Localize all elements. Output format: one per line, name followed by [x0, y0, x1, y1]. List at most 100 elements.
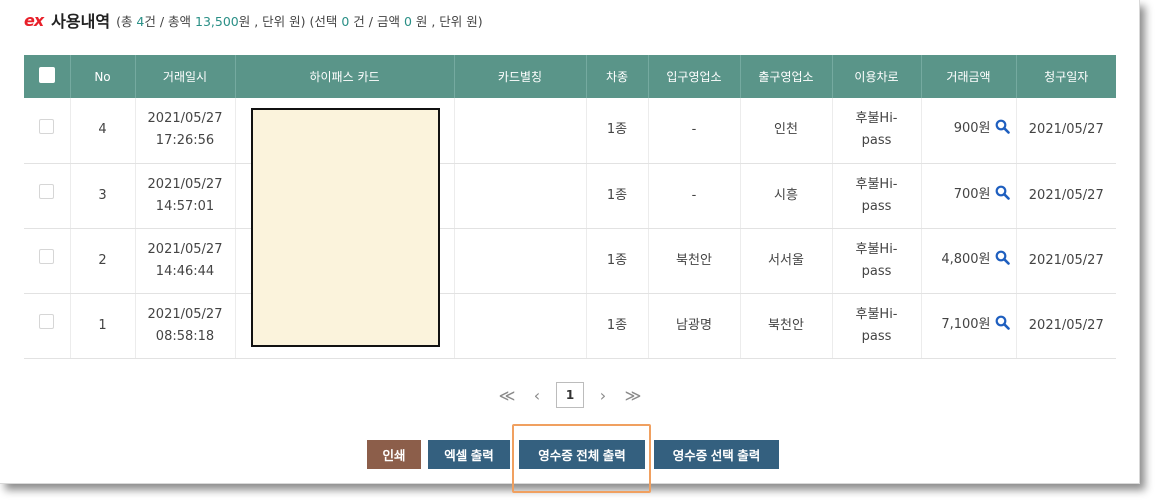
column-header[interactable]: 차종 [586, 55, 649, 98]
card-alias [454, 98, 587, 164]
row-checkbox[interactable] [39, 249, 55, 264]
receipt-all-button[interactable]: 영수증 전체 출력 [519, 440, 645, 469]
lane-text: 후불Hi- [855, 111, 898, 127]
transaction-datetime: 2021/05/27 08:58:18 [135, 293, 236, 359]
transaction-time: 17:26:56 [155, 133, 215, 149]
table-row: 3 2021/05/27 14:57:01 1종 - 시흥 후불Hi-pass 7… [24, 163, 1116, 229]
summary-text: 원 , 단위 원) [411, 13, 483, 29]
transaction-time: 14:57:01 [155, 198, 215, 214]
excel-export-button[interactable]: 엑셀 출력 [428, 440, 510, 469]
column-header[interactable]: 거래금액 [921, 55, 1017, 98]
column-header[interactable]: No [70, 55, 136, 98]
entry-tollgate: 북천안 [648, 228, 741, 294]
transaction-amount: 7,100원 [941, 316, 991, 332]
ex-logo: ex [24, 10, 44, 30]
pagination: ≪ ‹ 1 › ≫ [0, 382, 1140, 408]
row-checkbox[interactable] [39, 118, 55, 134]
summary-text: 원 , 단위 원) (선택 [238, 13, 342, 29]
action-bar: 인쇄 엑셀 출력 영수증 전체 출력 영수증 선택 출력 [0, 440, 1140, 470]
entry-tollgate: - [648, 98, 741, 164]
first-page-button[interactable]: ≪ [492, 386, 522, 405]
transaction-time: 08:58:18 [155, 328, 215, 344]
usage-table: No 거래일시 하이패스 카드 카드별칭 차종 입구영업소 출구영업소 이용차로… [24, 55, 1116, 359]
transaction-datetime: 2021/05/27 14:46:44 [135, 228, 236, 294]
usage-lane: 후불Hi-pass [832, 98, 922, 164]
search-icon[interactable] [995, 185, 1010, 208]
transaction-amount: 4,800원 [941, 251, 991, 267]
table-row: 2 2021/05/27 14:46:44 1종 북천안 서서울 후불Hi-pas… [24, 228, 1116, 294]
search-icon[interactable] [995, 315, 1010, 338]
row-select-cell [24, 163, 71, 229]
transaction-datetime: 2021/05/27 14:57:01 [135, 163, 236, 229]
exit-tollgate: 시흥 [740, 163, 833, 229]
next-page-button[interactable]: › [588, 386, 618, 405]
print-button[interactable]: 인쇄 [367, 440, 421, 469]
column-header[interactable]: 하이패스 카드 [235, 55, 455, 98]
column-header[interactable]: 카드별칭 [454, 55, 587, 98]
exit-tollgate: 북천안 [740, 293, 833, 359]
billing-date: 2021/05/27 [1016, 293, 1116, 359]
usage-summary: (총 4건 / 총액 13,500원 , 단위 원) (선택 0 건 / 금액 … [116, 11, 483, 30]
transaction-date: 2021/05/27 [147, 111, 223, 127]
column-header[interactable]: 거래일시 [135, 55, 236, 98]
table-header-row: No 거래일시 하이패스 카드 카드별칭 차종 입구영업소 출구영업소 이용차로… [24, 55, 1116, 98]
lane-text: pass [861, 198, 892, 214]
redaction-box [251, 108, 440, 347]
usage-lane: 후불Hi-pass [832, 293, 922, 359]
usage-history-panel: ex 사용내역 (총 4 건 / 총액 13,500원 , 단위 원) (선택 0… [0, 0, 1140, 484]
search-icon[interactable] [995, 119, 1010, 142]
row-select-cell [24, 293, 71, 359]
select-all-checkbox[interactable] [38, 67, 55, 83]
total-amount: 13,500 [195, 13, 239, 29]
row-number: 1 [70, 293, 136, 359]
transaction-time: 14:46:44 [155, 263, 215, 279]
lane-text: pass [861, 263, 892, 279]
entry-tollgate: - [648, 163, 741, 229]
vehicle-class: 1종 [586, 98, 649, 164]
exit-tollgate: 인천 [740, 98, 833, 164]
prev-page-button[interactable]: ‹ [522, 386, 552, 405]
vehicle-class: 1종 [586, 293, 649, 359]
transaction-amount: 900원 [953, 121, 991, 137]
card-alias [454, 163, 587, 229]
exit-tollgate: 서서울 [740, 228, 833, 294]
transaction-amount-cell: 700원 [921, 163, 1017, 229]
billing-date: 2021/05/27 [1016, 228, 1116, 294]
usage-lane: 후불Hi-pass [832, 228, 922, 294]
row-select-cell [24, 228, 71, 294]
transaction-amount-cell: 900원 [921, 98, 1017, 164]
column-header[interactable]: 출구영업소 [740, 55, 833, 98]
summary-text: 건 / 총액 [144, 13, 196, 29]
lane-text: 후불Hi- [855, 241, 898, 257]
column-header[interactable]: 이용차로 [832, 55, 922, 98]
lane-text: pass [861, 133, 892, 149]
transaction-amount: 700원 [953, 186, 991, 202]
column-header[interactable]: 청구일자 [1016, 55, 1116, 98]
entry-tollgate: 남광명 [648, 293, 741, 359]
row-select-cell [24, 98, 71, 164]
summary-text: (총 [116, 13, 137, 29]
section-header: ex 사용내역 (총 4건 / 총액 13,500원 , 단위 원) (선택 0… [24, 8, 483, 32]
last-page-button[interactable]: ≫ [618, 386, 648, 405]
lane-text: 후불Hi- [855, 306, 898, 322]
summary-text: 건 / 금액 [349, 13, 404, 29]
table-row: 4 2021/05/27 17:26:56 1종 - 인천 후불Hi-pass 9… [24, 98, 1116, 164]
lane-text: 후불Hi- [855, 176, 898, 192]
transaction-date: 2021/05/27 [147, 176, 223, 192]
receipt-selected-button[interactable]: 영수증 선택 출력 [654, 440, 779, 469]
row-number: 2 [70, 228, 136, 294]
row-number: 3 [70, 163, 136, 229]
transaction-amount-cell: 4,800원 [921, 228, 1017, 294]
row-checkbox[interactable] [39, 314, 55, 329]
row-number: 4 [70, 98, 136, 164]
column-header[interactable]: 입구영업소 [648, 55, 741, 98]
card-alias [454, 228, 587, 294]
vehicle-class: 1종 [586, 228, 649, 294]
search-icon[interactable] [995, 250, 1010, 273]
lane-text: pass [861, 328, 892, 344]
current-page-button[interactable]: 1 [556, 382, 584, 408]
row-checkbox[interactable] [39, 184, 55, 199]
table-row: 1 2021/05/27 08:58:18 1종 남광명 북천안 후불Hi-pas… [24, 293, 1116, 359]
transaction-amount-cell: 7,100원 [921, 293, 1017, 359]
transaction-date: 2021/05/27 [147, 241, 223, 257]
